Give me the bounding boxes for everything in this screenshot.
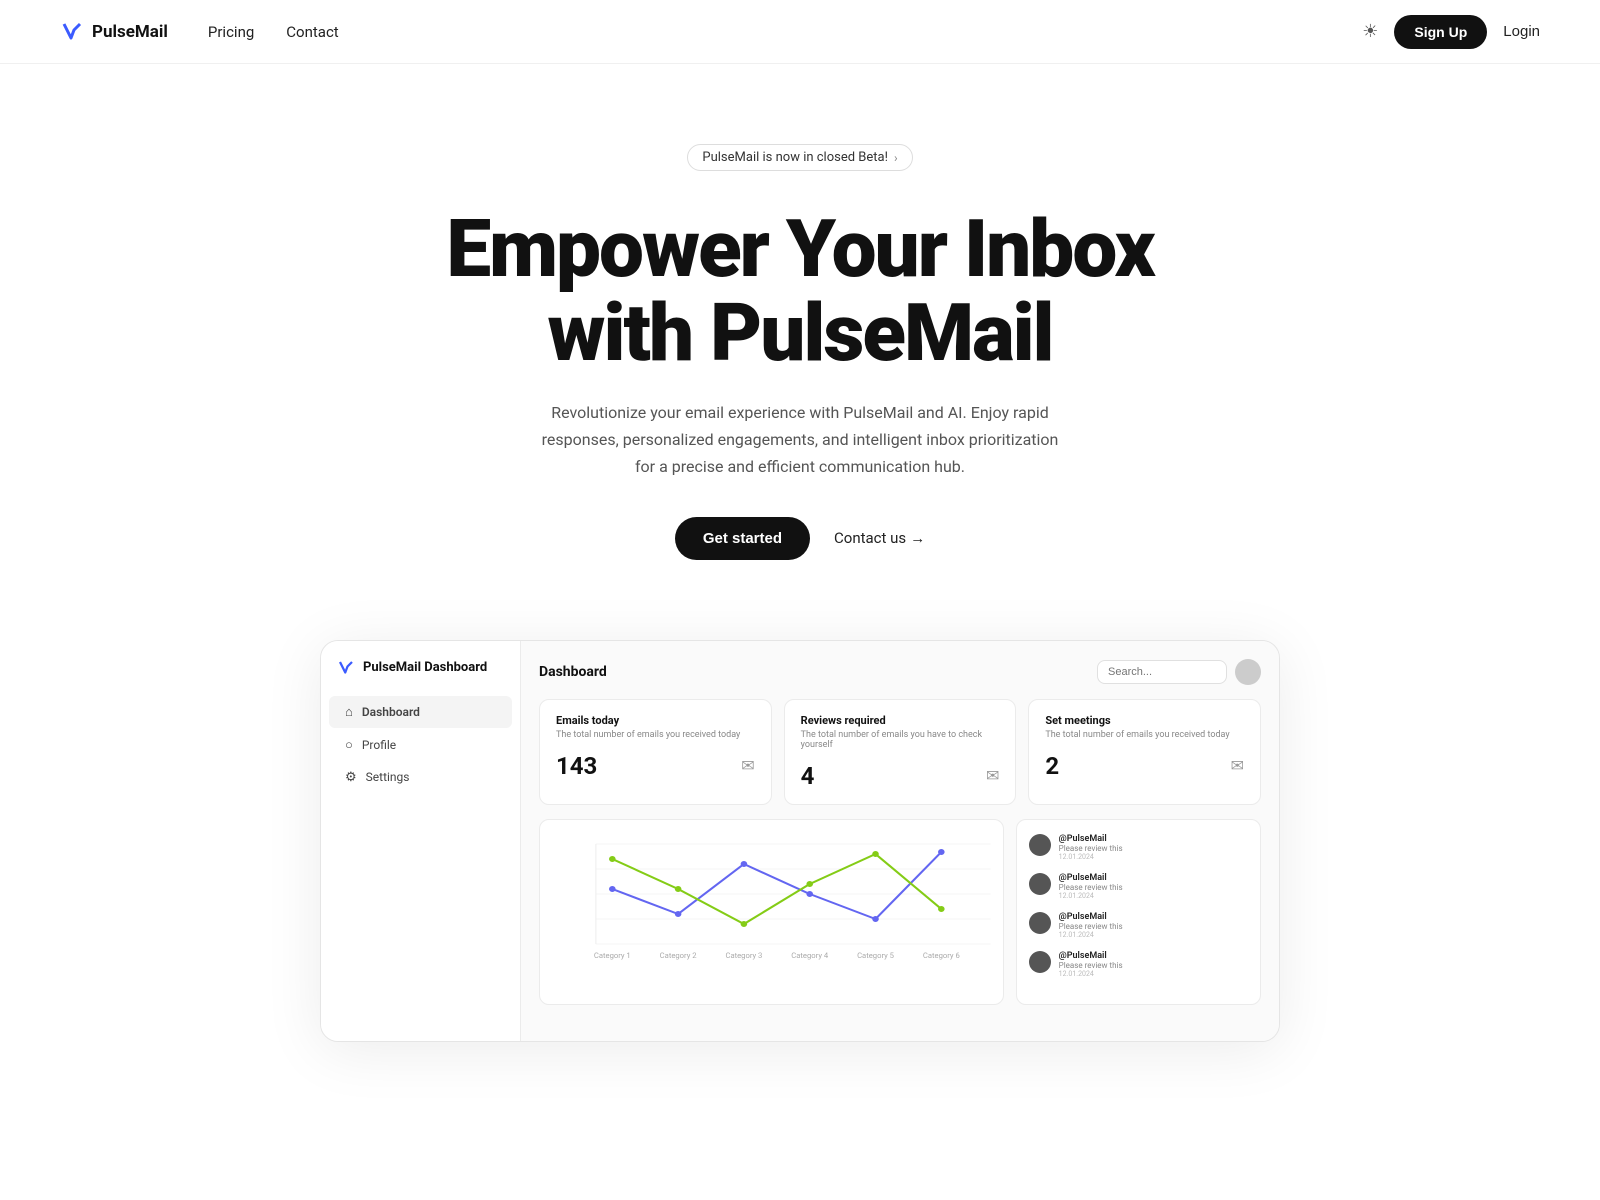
logo-icon [60,20,84,44]
chevron-right-icon: › [894,151,898,165]
reviews-required-value: 4 [801,762,815,790]
svg-text:Category 6: Category 6 [923,951,960,960]
list-text-0: @PulseMail Please review this 12.01.2024 [1059,834,1123,861]
sidebar-brand: PulseMail Dashboard [363,660,487,675]
svg-text:Category 4: Category 4 [791,951,828,960]
reviews-required-card: Reviews required The total number of ema… [784,699,1017,805]
hero-headline: Empower Your Inbox with PulseMail [446,207,1153,375]
logo: PulseMail [60,20,168,44]
reviews-required-row: 4 ✉ [801,762,1000,790]
nav-left: PulseMail Pricing Contact [60,20,339,44]
hero-subtitle: Revolutionize your email experience with… [540,399,1060,481]
msg-2: Please review this [1059,922,1123,931]
navbar: PulseMail Pricing Contact ☀ Sign Up Logi… [0,0,1600,64]
search-input[interactable] [1097,660,1227,684]
msg-0: Please review this [1059,844,1123,853]
msg-1: Please review this [1059,883,1123,892]
date-2: 12.01.2024 [1059,931,1123,939]
date-0: 12.01.2024 [1059,853,1123,861]
brand-name: PulseMail [92,22,168,42]
set-meetings-title: Set meetings [1045,714,1244,727]
sidebar-item-profile[interactable]: ○ Profile [329,729,512,761]
nav-contact[interactable]: Contact [286,23,338,41]
avatar-2 [1029,912,1051,934]
avatar-3 [1029,951,1051,973]
reviews-required-title: Reviews required [801,714,1000,727]
email-list-card: @PulseMail Please review this 12.01.2024… [1016,819,1261,1005]
dashboard-sidebar: PulseMail Dashboard ⌂ Dashboard ○ Profil… [321,641,521,1041]
beta-badge-text: PulseMail is now in closed Beta! [702,150,888,165]
sender-1: @PulseMail [1059,873,1123,883]
sidebar-dashboard-label: Dashboard [362,705,420,719]
dashboard-preview: PulseMail Dashboard ⌂ Dashboard ○ Profil… [320,640,1280,1042]
sender-0: @PulseMail [1059,834,1123,844]
chart-card: Category 1 Category 2 Category 3 Categor… [539,819,1004,1005]
svg-text:Category 1: Category 1 [594,951,631,960]
dashboard-bottom: Category 1 Category 2 Category 3 Categor… [539,819,1261,1005]
avatar [1235,659,1261,685]
sidebar-settings-label: Settings [366,770,410,784]
svg-text:Category 3: Category 3 [725,951,762,960]
sidebar-logo-icon [337,659,355,677]
emails-today-card: Emails today The total number of emails … [539,699,772,805]
profile-icon: ○ [345,737,353,753]
sidebar-item-settings[interactable]: ⚙ Settings [329,762,512,793]
hero-buttons: Get started Contact us → [675,517,925,560]
hero-section: PulseMail is now in closed Beta! › Empow… [0,64,1600,620]
date-3: 12.01.2024 [1059,970,1123,978]
list-item: @PulseMail Please review this 12.01.2024 [1029,912,1248,939]
stats-row: Emails today The total number of emails … [539,699,1261,805]
svg-text:Category 2: Category 2 [660,951,697,960]
emails-today-title: Emails today [556,714,755,727]
list-text-2: @PulseMail Please review this 12.01.2024 [1059,912,1123,939]
emails-today-row: 143 ✉ [556,752,755,780]
sender-2: @PulseMail [1059,912,1123,922]
date-1: 12.01.2024 [1059,892,1123,900]
home-icon: ⌂ [345,704,353,720]
dashboard-title: Dashboard [539,664,607,680]
list-item: @PulseMail Please review this 12.01.2024 [1029,834,1248,861]
sidebar-profile-label: Profile [362,738,396,752]
mail-icon-0: ✉ [741,756,754,775]
dashboard-topbar: Dashboard [539,659,1261,685]
sidebar-logo: PulseMail Dashboard [321,659,520,695]
arrow-right-icon: → [910,529,925,547]
list-text-1: @PulseMail Please review this 12.01.2024 [1059,873,1123,900]
get-started-button[interactable]: Get started [675,517,810,560]
msg-3: Please review this [1059,961,1123,970]
emails-today-subtitle: The total number of emails you received … [556,730,755,740]
set-meetings-value: 2 [1045,752,1059,780]
mail-icon-1: ✉ [986,766,999,785]
sidebar-item-dashboard[interactable]: ⌂ Dashboard [329,696,512,728]
svg-text:Category 5: Category 5 [857,951,894,960]
nav-pricing[interactable]: Pricing [208,23,254,41]
theme-toggle-button[interactable]: ☀ [1362,21,1378,42]
dashboard-inner: PulseMail Dashboard ⌂ Dashboard ○ Profil… [321,641,1279,1041]
dashboard-main: Dashboard Emails today The total number … [521,641,1279,1041]
sender-3: @PulseMail [1059,951,1123,961]
line-chart: Category 1 Category 2 Category 3 Categor… [552,834,991,964]
login-button[interactable]: Login [1503,23,1540,40]
settings-icon: ⚙ [345,770,357,785]
set-meetings-card: Set meetings The total number of emails … [1028,699,1261,805]
nav-right: ☀ Sign Up Login [1362,15,1540,49]
signup-button[interactable]: Sign Up [1394,15,1487,49]
emails-today-value: 143 [556,752,597,780]
reviews-required-subtitle: The total number of emails you have to c… [801,730,1000,750]
contact-us-link[interactable]: Contact us → [834,529,925,547]
mail-icon-2: ✉ [1231,756,1244,775]
list-item: @PulseMail Please review this 12.01.2024 [1029,873,1248,900]
set-meetings-row: 2 ✉ [1045,752,1244,780]
list-item: @PulseMail Please review this 12.01.2024 [1029,951,1248,978]
avatar-1 [1029,873,1051,895]
beta-badge[interactable]: PulseMail is now in closed Beta! › [687,144,912,171]
avatar-0 [1029,834,1051,856]
search-area [1097,659,1261,685]
set-meetings-subtitle: The total number of emails you received … [1045,730,1244,740]
nav-links: Pricing Contact [208,23,339,41]
list-text-3: @PulseMail Please review this 12.01.2024 [1059,951,1123,978]
sun-icon: ☀ [1362,21,1378,41]
